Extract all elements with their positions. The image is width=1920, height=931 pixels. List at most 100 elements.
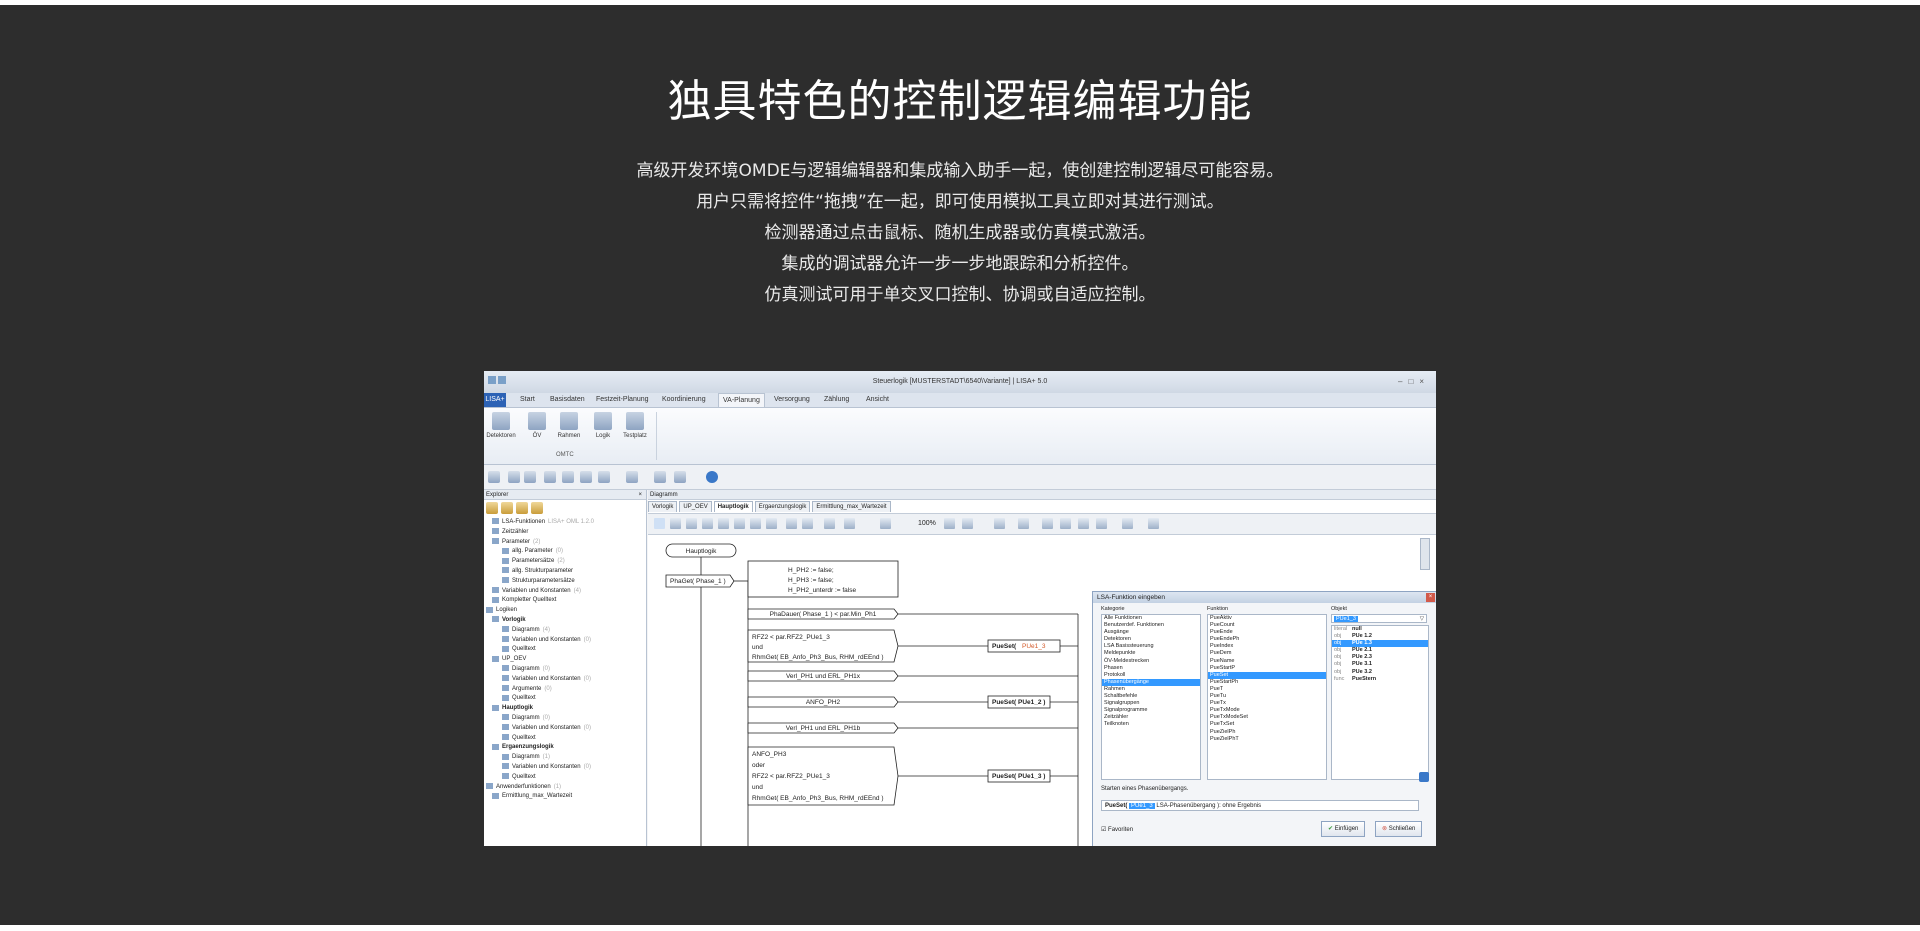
- ribbon-tab: Basisdaten: [550, 396, 585, 403]
- list-item: literal null: [1334, 626, 1362, 632]
- call-icon: [702, 518, 713, 529]
- ribbon-tab: Koordinierung: [662, 396, 706, 403]
- list-item: PueTxSet: [1210, 721, 1235, 728]
- lock-icon: [531, 502, 543, 514]
- list-item: PueSet: [1208, 671, 1326, 679]
- tree-item: Quelltext: [484, 694, 646, 704]
- list-item: Rahmen: [1104, 685, 1125, 692]
- tree-item: Strukturparametersätze: [484, 577, 646, 587]
- function-list: PueAktiv PueCount PueEnde PueEndePh PueIndex…: [1207, 614, 1327, 780]
- explorer-panel: Explorer × LSA-Funktionen LISA+ OML 1.2.0 Z…: [484, 490, 647, 846]
- testbench-icon: [626, 412, 644, 430]
- list-item: PueStartP: [1210, 664, 1236, 671]
- description-line: 检测器通过点击鼠标、随机生成器或仿真模式激活。: [764, 223, 1156, 243]
- tree-node-icon: [492, 538, 499, 545]
- tree-item: Diagramm (0): [484, 714, 646, 724]
- list-item: Phasenübergänge: [1102, 678, 1200, 686]
- diagram-toolbar: 100%: [648, 513, 1436, 535]
- tree-node-icon: [492, 655, 499, 662]
- description-line: 集成的调试器允许一步一步地跟踪和分析控件。: [781, 254, 1139, 274]
- list-item: Detektoren: [1104, 636, 1131, 643]
- tree-item: Quelltext: [484, 733, 646, 744]
- feature-description: 高级开发环境OMDE与逻辑编辑器和集成输入助手一起，使创建控制逻辑尽可能容易。 …: [0, 156, 1920, 311]
- remove-icon: [501, 502, 513, 514]
- object-search-input: PUe1_3 ▽: [1331, 614, 1427, 623]
- description-line: 仿真测试可用于单交叉口控制、协调或自适应控制。: [764, 285, 1156, 305]
- bus-icon: [528, 412, 546, 430]
- category-column: Kategorie Alle Funktionen Benutzerdef. Fu…: [1101, 606, 1201, 780]
- logic-icon: [594, 412, 612, 430]
- redo-icon: [1122, 518, 1133, 529]
- tree-node-icon: [492, 743, 499, 750]
- tree-node-icon: [502, 626, 509, 633]
- block-line: oder: [752, 762, 766, 769]
- tree-node-icon: [492, 792, 499, 799]
- page-title: 独具特色的控制逻辑编辑功能: [667, 76, 1253, 127]
- insert-button: ✔ Einfügen: [1321, 821, 1366, 837]
- tab-ermittlung: Ermittlung_max_Wartezeit: [812, 501, 891, 512]
- explorer-tree: LSA-Funktionen LISA+ OML 1.2.0 Zeitzähler P…: [484, 518, 646, 802]
- abc-icon: [1018, 518, 1029, 529]
- list-item: obj PUe 3.2: [1334, 668, 1372, 675]
- list-item: Signalprogramme: [1104, 707, 1148, 714]
- tree-item: Logiken: [484, 606, 646, 616]
- ribbon-group-label: OMTC: [556, 452, 574, 458]
- category-list: Alle Funktionen Benutzerdef. Funktionen Au…: [1101, 614, 1201, 780]
- tree-node-icon: [492, 528, 499, 535]
- tree-node-icon: [502, 665, 509, 672]
- pueset-label: PueSet(: [992, 643, 1017, 650]
- rect-icon: [670, 518, 681, 529]
- block-line: Verl_PH1 und ERL_PH1b: [786, 725, 861, 732]
- list-item: Zeitzähler: [1104, 714, 1129, 721]
- settings-icon: [562, 471, 574, 483]
- table-icon: [580, 471, 592, 483]
- close-button: ⊗ Schließen: [1375, 821, 1423, 837]
- list-item: Teilknoten: [1104, 721, 1129, 728]
- block-line: ANFO_PH3: [752, 751, 787, 758]
- ribbon: Detektoren ÖV Rahmen Logik Testplatz OMT…: [484, 408, 1436, 465]
- function-column: Funktion PueAktiv PueCount PueEnde PueEndeP…: [1207, 606, 1327, 780]
- window-controls: –□×: [1398, 377, 1430, 386]
- binoculars-icon: [994, 518, 1005, 529]
- block-line: ANFO_PH2: [806, 699, 841, 706]
- page-icon: [824, 518, 835, 529]
- list-item: PueIndex: [1210, 643, 1234, 650]
- list-item: PueEndePh: [1210, 636, 1240, 643]
- export-icon: [626, 471, 638, 483]
- tree-item: Variablen und Konstanten (0): [484, 724, 646, 734]
- tab-hauptlogik: Hauptlogik: [713, 501, 753, 512]
- ribbon-tab: Ansicht: [866, 396, 889, 403]
- app-menu-button: LISA+: [484, 393, 506, 407]
- list-item: PueZielPhT: [1210, 735, 1239, 742]
- software-screenshot: Steuerlogik [MUSTERSTADT\6540\Variante] …: [484, 371, 1436, 846]
- detector-icon: [492, 412, 510, 430]
- description-line: 高级开发环境OMDE与逻辑编辑器和集成输入助手一起，使创建控制逻辑尽可能容易。: [636, 161, 1284, 181]
- object-label: Objekt: [1331, 606, 1347, 612]
- new-icon: [488, 471, 500, 483]
- minimize-icon: –: [1398, 377, 1409, 386]
- ribbon-button-detektoren: Detektoren: [486, 412, 516, 439]
- block-line: RhmGet( EB_Anfo_Ph3_Bus, RHM_rdEEnd ): [752, 795, 884, 802]
- ribbon-tab: Zählung: [824, 396, 850, 403]
- block-line: RFZ2 < par.RFZ2_PUe1_3: [752, 773, 830, 780]
- tree-node-icon: [502, 577, 509, 584]
- tree-node-icon: [492, 596, 499, 603]
- explorer-title: Explorer ×: [484, 490, 646, 500]
- zoom-level: 100%: [918, 520, 936, 527]
- block-line: und: [752, 784, 763, 791]
- block-line: Verl_PH1 und ERL_PH1x: [786, 673, 861, 680]
- tree-node-icon: [492, 518, 499, 525]
- print-icon: [544, 471, 556, 483]
- decision-icon: [734, 518, 745, 529]
- tree-item: Variablen und Konstanten (0): [484, 635, 646, 646]
- tree-node-icon: [502, 675, 509, 682]
- list-item: Schaltbefehle: [1104, 693, 1138, 700]
- image-icon: [844, 518, 855, 529]
- block-line: RFZ2 < par.RFZ2_PUe1_3: [752, 634, 830, 641]
- cancel-icon: ⊗: [1382, 826, 1388, 832]
- layout-icon: [598, 471, 610, 483]
- zoom-out-icon: [944, 518, 955, 529]
- tree-node-icon: [502, 753, 509, 760]
- tree-item: Diagramm (1): [484, 753, 646, 763]
- tab-ergaenzungslogik: Ergaenzungslogik: [754, 501, 811, 512]
